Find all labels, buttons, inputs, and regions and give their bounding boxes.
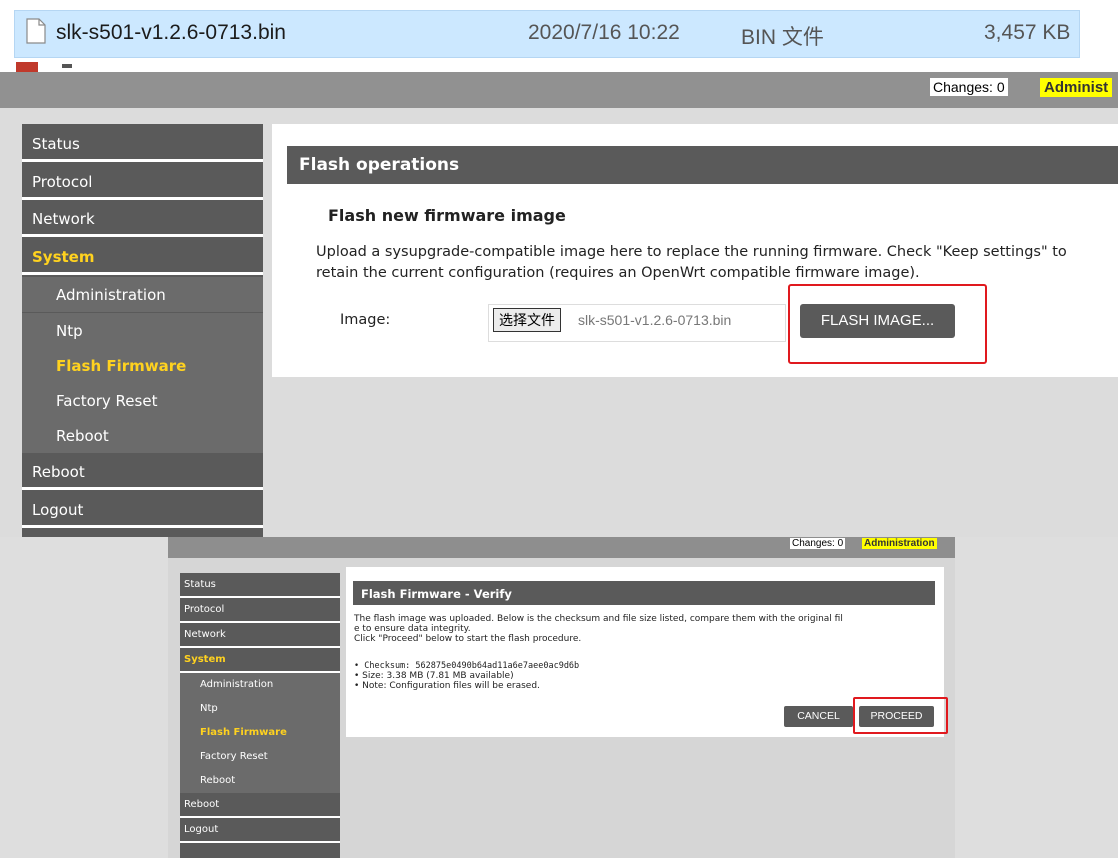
verify-text-line-2: e to ensure data integrity.: [354, 624, 471, 634]
section-title: Flash new firmware image: [328, 206, 566, 225]
image-label: Image:: [340, 312, 391, 328]
sidebar-item-flash-firmware[interactable]: Flash Firmware: [22, 348, 263, 384]
description-line-2: retain the current configuration (requir…: [316, 265, 920, 281]
sidebar-item-flash-firmware[interactable]: Flash Firmware: [180, 721, 340, 745]
size-value: • Size: 3.38 MB (7.81 MB available): [354, 671, 514, 681]
changes-indicator[interactable]: Changes: 0: [930, 78, 1008, 96]
admin-indicator[interactable]: Administ: [1040, 78, 1113, 97]
file-icon: [26, 18, 46, 44]
sidebar-item-administration[interactable]: Administration: [180, 673, 340, 697]
admin-indicator-2[interactable]: Administration: [862, 538, 937, 549]
sidebar-item-reboot-sub[interactable]: Reboot: [180, 769, 340, 793]
sidebar-item-ntp[interactable]: Ntp: [22, 313, 263, 349]
erase-note: • Note: Configuration files will be eras…: [354, 681, 540, 691]
description-line-1: Upload a sysupgrade-compatible image her…: [316, 244, 1067, 260]
sidebar-item-network[interactable]: Network: [180, 623, 340, 648]
sidebar-item-logout[interactable]: Logout: [180, 818, 340, 843]
partial-file-icon: [16, 62, 38, 72]
cancel-button[interactable]: CANCEL: [784, 706, 853, 727]
sidebar-item-logout[interactable]: Logout: [22, 492, 263, 528]
sidebar-item-reboot[interactable]: Reboot: [22, 454, 263, 490]
sidebar-item-reboot[interactable]: Reboot: [180, 793, 340, 818]
sidebar-item-administration[interactable]: Administration: [22, 277, 263, 313]
verify-text-line-1: The flash image was uploaded. Below is t…: [354, 614, 843, 624]
file-modified-date: 2020/7/16 10:22: [528, 21, 680, 44]
highlight-box-flash-image: [788, 284, 987, 364]
checksum-value: • Checksum: 562875e0490b64ad11a6e7aee0ac…: [354, 661, 580, 671]
chosen-file-name: slk-s501-v1.2.6-0713.bin: [578, 312, 732, 328]
sidebar-item-system[interactable]: System: [22, 239, 263, 275]
sidebar-item-network[interactable]: Network: [22, 201, 263, 237]
sidebar-item-reboot-sub[interactable]: Reboot: [22, 418, 263, 454]
file-size: 3,457 KB: [984, 21, 1071, 44]
verify-title: Flash Firmware - Verify: [353, 581, 935, 605]
partial-file-name: [62, 64, 72, 68]
sidebar-item-ntp[interactable]: Ntp: [180, 697, 340, 721]
sidebar-item-protocol[interactable]: Protocol: [180, 598, 340, 623]
sidebar-item-protocol[interactable]: Protocol: [22, 164, 263, 200]
sidebar-item-system[interactable]: System: [180, 648, 340, 673]
choose-file-button[interactable]: 选择文件: [493, 308, 561, 332]
highlight-box-proceed: [853, 697, 948, 734]
sidebar-item-factory-reset[interactable]: Factory Reset: [180, 745, 340, 769]
file-type: BIN 文件: [741, 26, 824, 49]
page-title: Flash operations: [287, 146, 1118, 184]
file-name[interactable]: slk-s501-v1.2.6-0713.bin: [56, 21, 286, 45]
sidebar-item-factory-reset[interactable]: Factory Reset: [22, 383, 263, 419]
sidebar-item-status[interactable]: Status: [22, 126, 263, 162]
changes-indicator-2[interactable]: Changes: 0: [790, 538, 846, 549]
verify-text-line-3: Click "Proceed" below to start the flash…: [354, 634, 582, 644]
sidebar-item-status[interactable]: Status: [180, 573, 340, 598]
